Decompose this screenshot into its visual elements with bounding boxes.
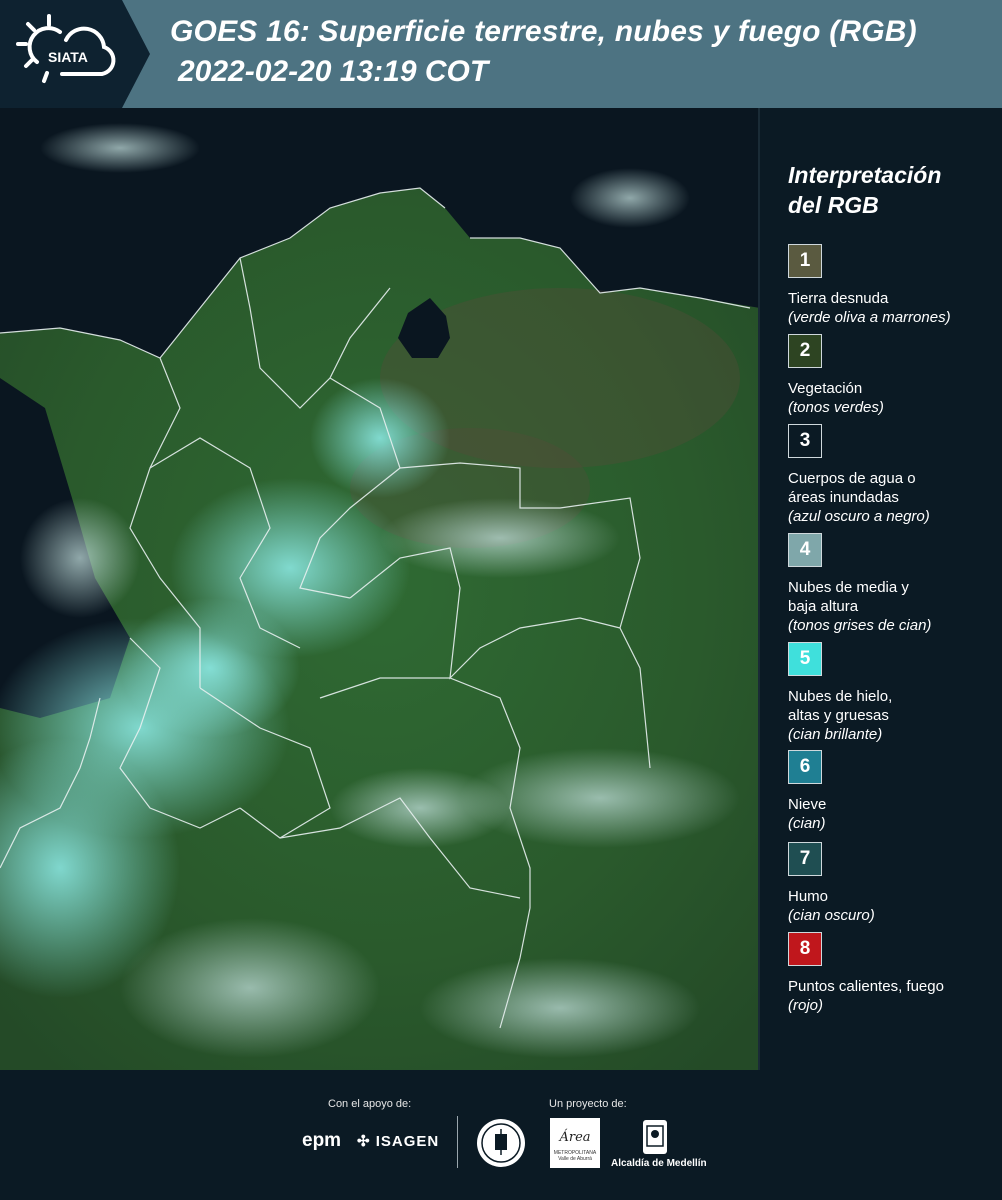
isagen-text: ISAGEN <box>375 1133 440 1150</box>
page-datetime: 2022-02-20 13:19 COT <box>178 55 489 88</box>
satellite-map <box>0 108 760 1070</box>
area-logo-text: Área <box>559 1130 591 1145</box>
legend-label-2: altas y gruesas <box>788 707 889 724</box>
legend-swatch: 3 <box>788 424 822 458</box>
legend-label: Puntos calientes, fuego <box>788 978 944 995</box>
legend-swatch: 2 <box>788 334 822 368</box>
support-label: Con el apoyo de: <box>328 1098 412 1110</box>
legend-sub: (cian brillante) <box>788 726 883 743</box>
isagen-icon: ✣ <box>357 1133 371 1150</box>
legend-item-6: 6 Nieve (cian) <box>788 750 826 833</box>
legend-label: Tierra desnuda <box>788 290 889 307</box>
siata-logo: SIATA <box>0 0 150 108</box>
page-title: GOES 16: Superficie terrestre, nubes y f… <box>170 15 917 48</box>
legend-item-1: 1 Tierra desnuda (verde oliva a marrones… <box>788 244 951 327</box>
legend-item-2: 2 Vegetación (tonos verdes) <box>788 334 884 417</box>
legend-item-7: 7 Humo (cian oscuro) <box>788 842 875 925</box>
legend-label: Nieve <box>788 796 827 813</box>
legend-swatch: 4 <box>788 533 822 567</box>
legend-sub: (tonos grises de cian) <box>788 617 932 634</box>
legend-swatch: 5 <box>788 642 822 676</box>
legend-swatch: 7 <box>788 842 822 876</box>
legend-label-2: áreas inundadas <box>788 489 899 506</box>
legend-label: Nubes de hielo, <box>788 688 893 705</box>
area-logo-small: METROPOLITANA Valle de Aburrá <box>553 1150 597 1162</box>
siata-logo-text: SIATA <box>48 49 88 65</box>
legend-label: Humo <box>788 888 829 905</box>
legend-item-8: 8 Puntos calientes, fuego (rojo) <box>788 932 944 1015</box>
panel-divider <box>758 108 760 1070</box>
legend-panel: Interpretación del RGB <box>788 160 988 242</box>
logo-divider <box>457 1116 458 1168</box>
legend-sub: (azul oscuro a negro) <box>788 508 930 525</box>
legend-sub: (verde oliva a marrones) <box>788 309 951 326</box>
isagen-logo: ✣ ISAGEN <box>357 1132 439 1150</box>
legend-swatch: 6 <box>788 750 822 784</box>
alcaldia-shield-icon <box>641 1118 669 1161</box>
alcaldia-text: Alcaldía de Medellín <box>611 1158 707 1169</box>
legend-item-4: 4 Nubes de media y baja altura (tonos gr… <box>788 533 931 635</box>
legend-sub: (cian oscuro) <box>788 907 875 924</box>
header-bar: SIATA GOES 16: Superficie terrestre, nub… <box>0 0 1002 108</box>
legend-title-line2: del RGB <box>788 192 879 218</box>
legend-sub: (tonos verdes) <box>788 399 884 416</box>
legend-swatch: 8 <box>788 932 822 966</box>
university-seal-icon <box>475 1117 527 1174</box>
epm-logo: epm <box>302 1130 342 1151</box>
legend-label: Cuerpos de agua o <box>788 470 916 487</box>
legend-swatch: 1 <box>788 244 822 278</box>
legend-label: Nubes de media y <box>788 579 909 596</box>
footer: Con el apoyo de: Un proyecto de: epm ✣ I… <box>0 1070 1002 1200</box>
legend-item-3: 3 Cuerpos de agua o áreas inundadas (azu… <box>788 424 930 526</box>
legend-sub: (rojo) <box>788 997 824 1014</box>
legend-item-5: 5 Nubes de hielo, altas y gruesas (cian … <box>788 642 892 744</box>
legend-title-line1: Interpretación <box>788 162 942 188</box>
project-label: Un proyecto de: <box>549 1098 627 1110</box>
area-metropolitana-logo: Área METROPOLITANA Valle de Aburrá <box>550 1118 600 1168</box>
legend-sub: (cian) <box>788 815 826 832</box>
legend-title: Interpretación del RGB <box>788 160 988 220</box>
legend-label: Vegetación <box>788 380 863 397</box>
legend-label-2: baja altura <box>788 598 859 615</box>
